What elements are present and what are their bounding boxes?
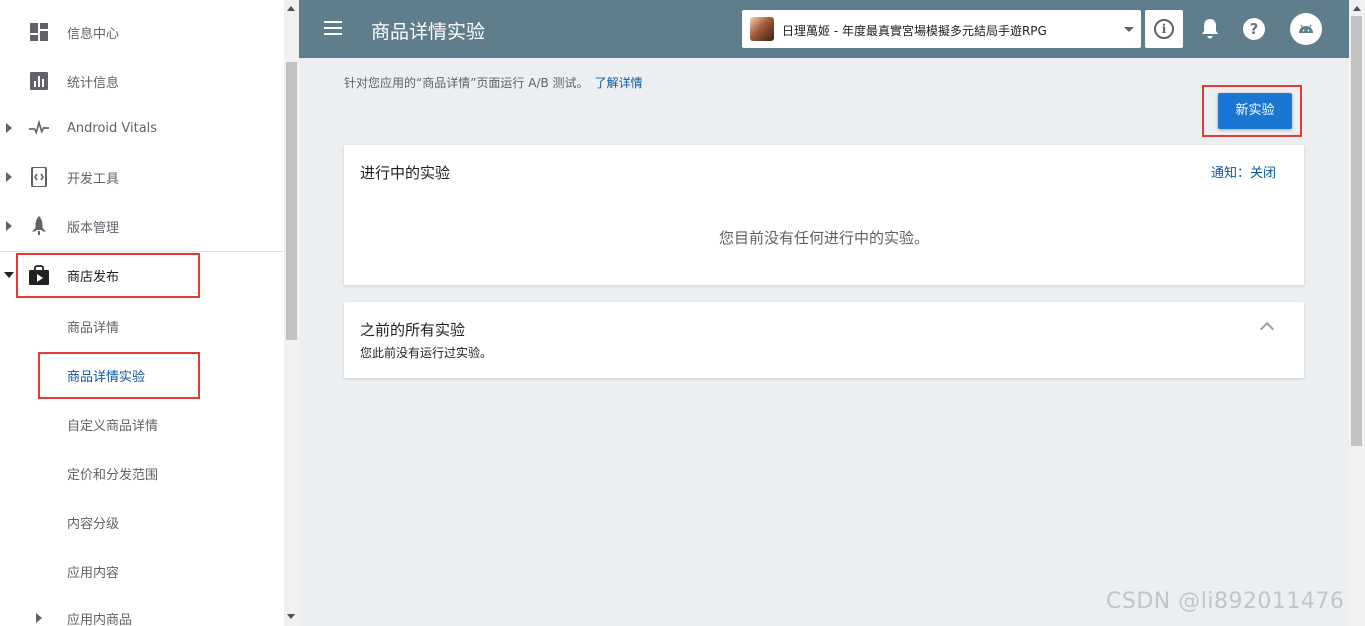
app-name: 日理萬姬 - 年度最真實宮場模擬多元結局手遊RPG xyxy=(782,24,1047,38)
watermark-text: CSDN @li892011476 xyxy=(1106,589,1345,614)
app-thumbnail xyxy=(750,17,774,41)
new-experiment-button[interactable]: 新实验 xyxy=(1218,93,1292,129)
sidebar-scrollbar-thumb[interactable] xyxy=(286,62,297,340)
sidebar-item-app-content[interactable]: 应用内容 xyxy=(0,551,284,591)
account-avatar[interactable] xyxy=(1290,13,1322,45)
sidebar-item-label: 版本管理 xyxy=(67,220,120,236)
sidebar-item-custom-store-listing[interactable]: 自定义商品详情 xyxy=(0,404,284,444)
main-scrollbar-thumb[interactable] xyxy=(1351,16,1362,446)
sidebar-item-store-listing-experiments[interactable]: 商品详情实验 xyxy=(0,355,284,395)
sidebar-item-android-vitals[interactable]: Android Vitals xyxy=(0,108,284,148)
rocket-icon xyxy=(29,216,49,236)
dropdown-caret-icon xyxy=(1124,27,1134,32)
sidebar-item-label: 商品详情 xyxy=(67,320,120,336)
intro-description: 针对您应用的“商品详情”页面运行 A/B 测试。 xyxy=(344,76,589,90)
sidebar-item-label: 商店发布 xyxy=(67,269,120,285)
main-content: 商品详情实验 日理萬姬 - 年度最真實宮場模擬多元結局手遊RPG i ? 针对您… xyxy=(299,0,1349,626)
card-title: 之前的所有实验 xyxy=(360,321,466,339)
sidebar-item-store-listing[interactable]: 商品详情 xyxy=(0,306,284,346)
sidebar-item-pricing-distribution[interactable]: 定价和分发范围 xyxy=(0,453,284,493)
sidebar-item-label: 统计信息 xyxy=(67,75,120,91)
notification-bell-icon[interactable] xyxy=(1200,18,1220,40)
learn-more-link[interactable]: 了解详情 xyxy=(595,76,643,90)
sidebar-item-label: 应用内容 xyxy=(67,565,120,581)
sidebar-item-store-presence[interactable]: 商店发布 xyxy=(0,255,284,295)
card-title: 进行中的实验 xyxy=(360,164,451,182)
sidebar-item-statistics[interactable]: 统计信息 xyxy=(0,61,284,101)
sidebar-item-label: 信息中心 xyxy=(67,26,120,42)
intro-text: 针对您应用的“商品详情”页面运行 A/B 测试。 了解详情 xyxy=(344,74,643,91)
hamburger-menu-icon[interactable] xyxy=(324,21,342,35)
page-title: 商品详情实验 xyxy=(371,21,486,43)
expand-arrow-icon[interactable] xyxy=(36,613,42,623)
sidebar-nav: 信息中心 统计信息 Android Vitals 开发工具 版本管理 商店发布 … xyxy=(0,0,284,626)
notification-toggle-link[interactable]: 通知：关闭 xyxy=(1211,162,1276,181)
play-store-bag-icon xyxy=(29,265,49,285)
sidebar-item-label: 内容分级 xyxy=(67,516,120,532)
chevron-up-icon[interactable] xyxy=(1259,321,1275,337)
sidebar-item-label: 自定义商品详情 xyxy=(67,418,159,434)
expand-arrow-icon[interactable] xyxy=(6,123,12,133)
scroll-up-arrow-icon[interactable] xyxy=(287,6,295,11)
card-subtitle: 您此前没有运行过实验。 xyxy=(360,346,493,360)
expand-arrow-icon[interactable] xyxy=(6,221,12,231)
top-app-bar: 商品详情实验 日理萬姬 - 年度最真實宮場模擬多元結局手遊RPG i ? xyxy=(299,0,1349,58)
info-button[interactable]: i xyxy=(1145,10,1183,48)
sidebar-item-label: 定价和分发范围 xyxy=(67,467,159,483)
sidebar-item-release-management[interactable]: 版本管理 xyxy=(0,206,284,246)
past-experiments-card[interactable]: 之前的所有实验 您此前没有运行过实验。 xyxy=(344,302,1304,378)
app-selector[interactable]: 日理萬姬 - 年度最真實宮場模擬多元結局手遊RPG xyxy=(742,10,1141,48)
scroll-down-arrow-icon[interactable] xyxy=(287,614,295,619)
sidebar-item-label: 开发工具 xyxy=(67,171,120,187)
active-experiments-card: 进行中的实验 通知：关闭 您目前没有任何进行中的实验。 xyxy=(344,145,1304,285)
sidebar-item-content-rating[interactable]: 内容分级 xyxy=(0,502,284,542)
sidebar-item-label: 商品详情实验 xyxy=(67,369,146,385)
empty-state-text: 您目前没有任何进行中的实验。 xyxy=(718,229,929,247)
android-head-icon xyxy=(1299,24,1313,33)
info-icon: i xyxy=(1154,19,1174,39)
dashboard-icon xyxy=(29,22,49,42)
collapse-arrow-icon[interactable] xyxy=(4,272,14,278)
sidebar-item-dashboard[interactable]: 信息中心 xyxy=(0,12,284,52)
sidebar-item-label: Android Vitals xyxy=(67,120,158,136)
sidebar-item-dev-tools[interactable]: 开发工具 xyxy=(0,157,284,197)
sidebar-divider xyxy=(0,251,284,252)
sidebar-item-label: 应用内商品 xyxy=(67,612,133,626)
sidebar-item-in-app-products[interactable]: 应用内商品 xyxy=(0,598,284,626)
expand-arrow-icon[interactable] xyxy=(6,172,12,182)
bar-chart-icon xyxy=(29,71,49,91)
code-brackets-icon xyxy=(29,167,49,187)
pulse-icon xyxy=(29,118,49,138)
scroll-up-arrow-icon[interactable] xyxy=(1353,6,1361,11)
help-icon[interactable]: ? xyxy=(1243,18,1265,40)
